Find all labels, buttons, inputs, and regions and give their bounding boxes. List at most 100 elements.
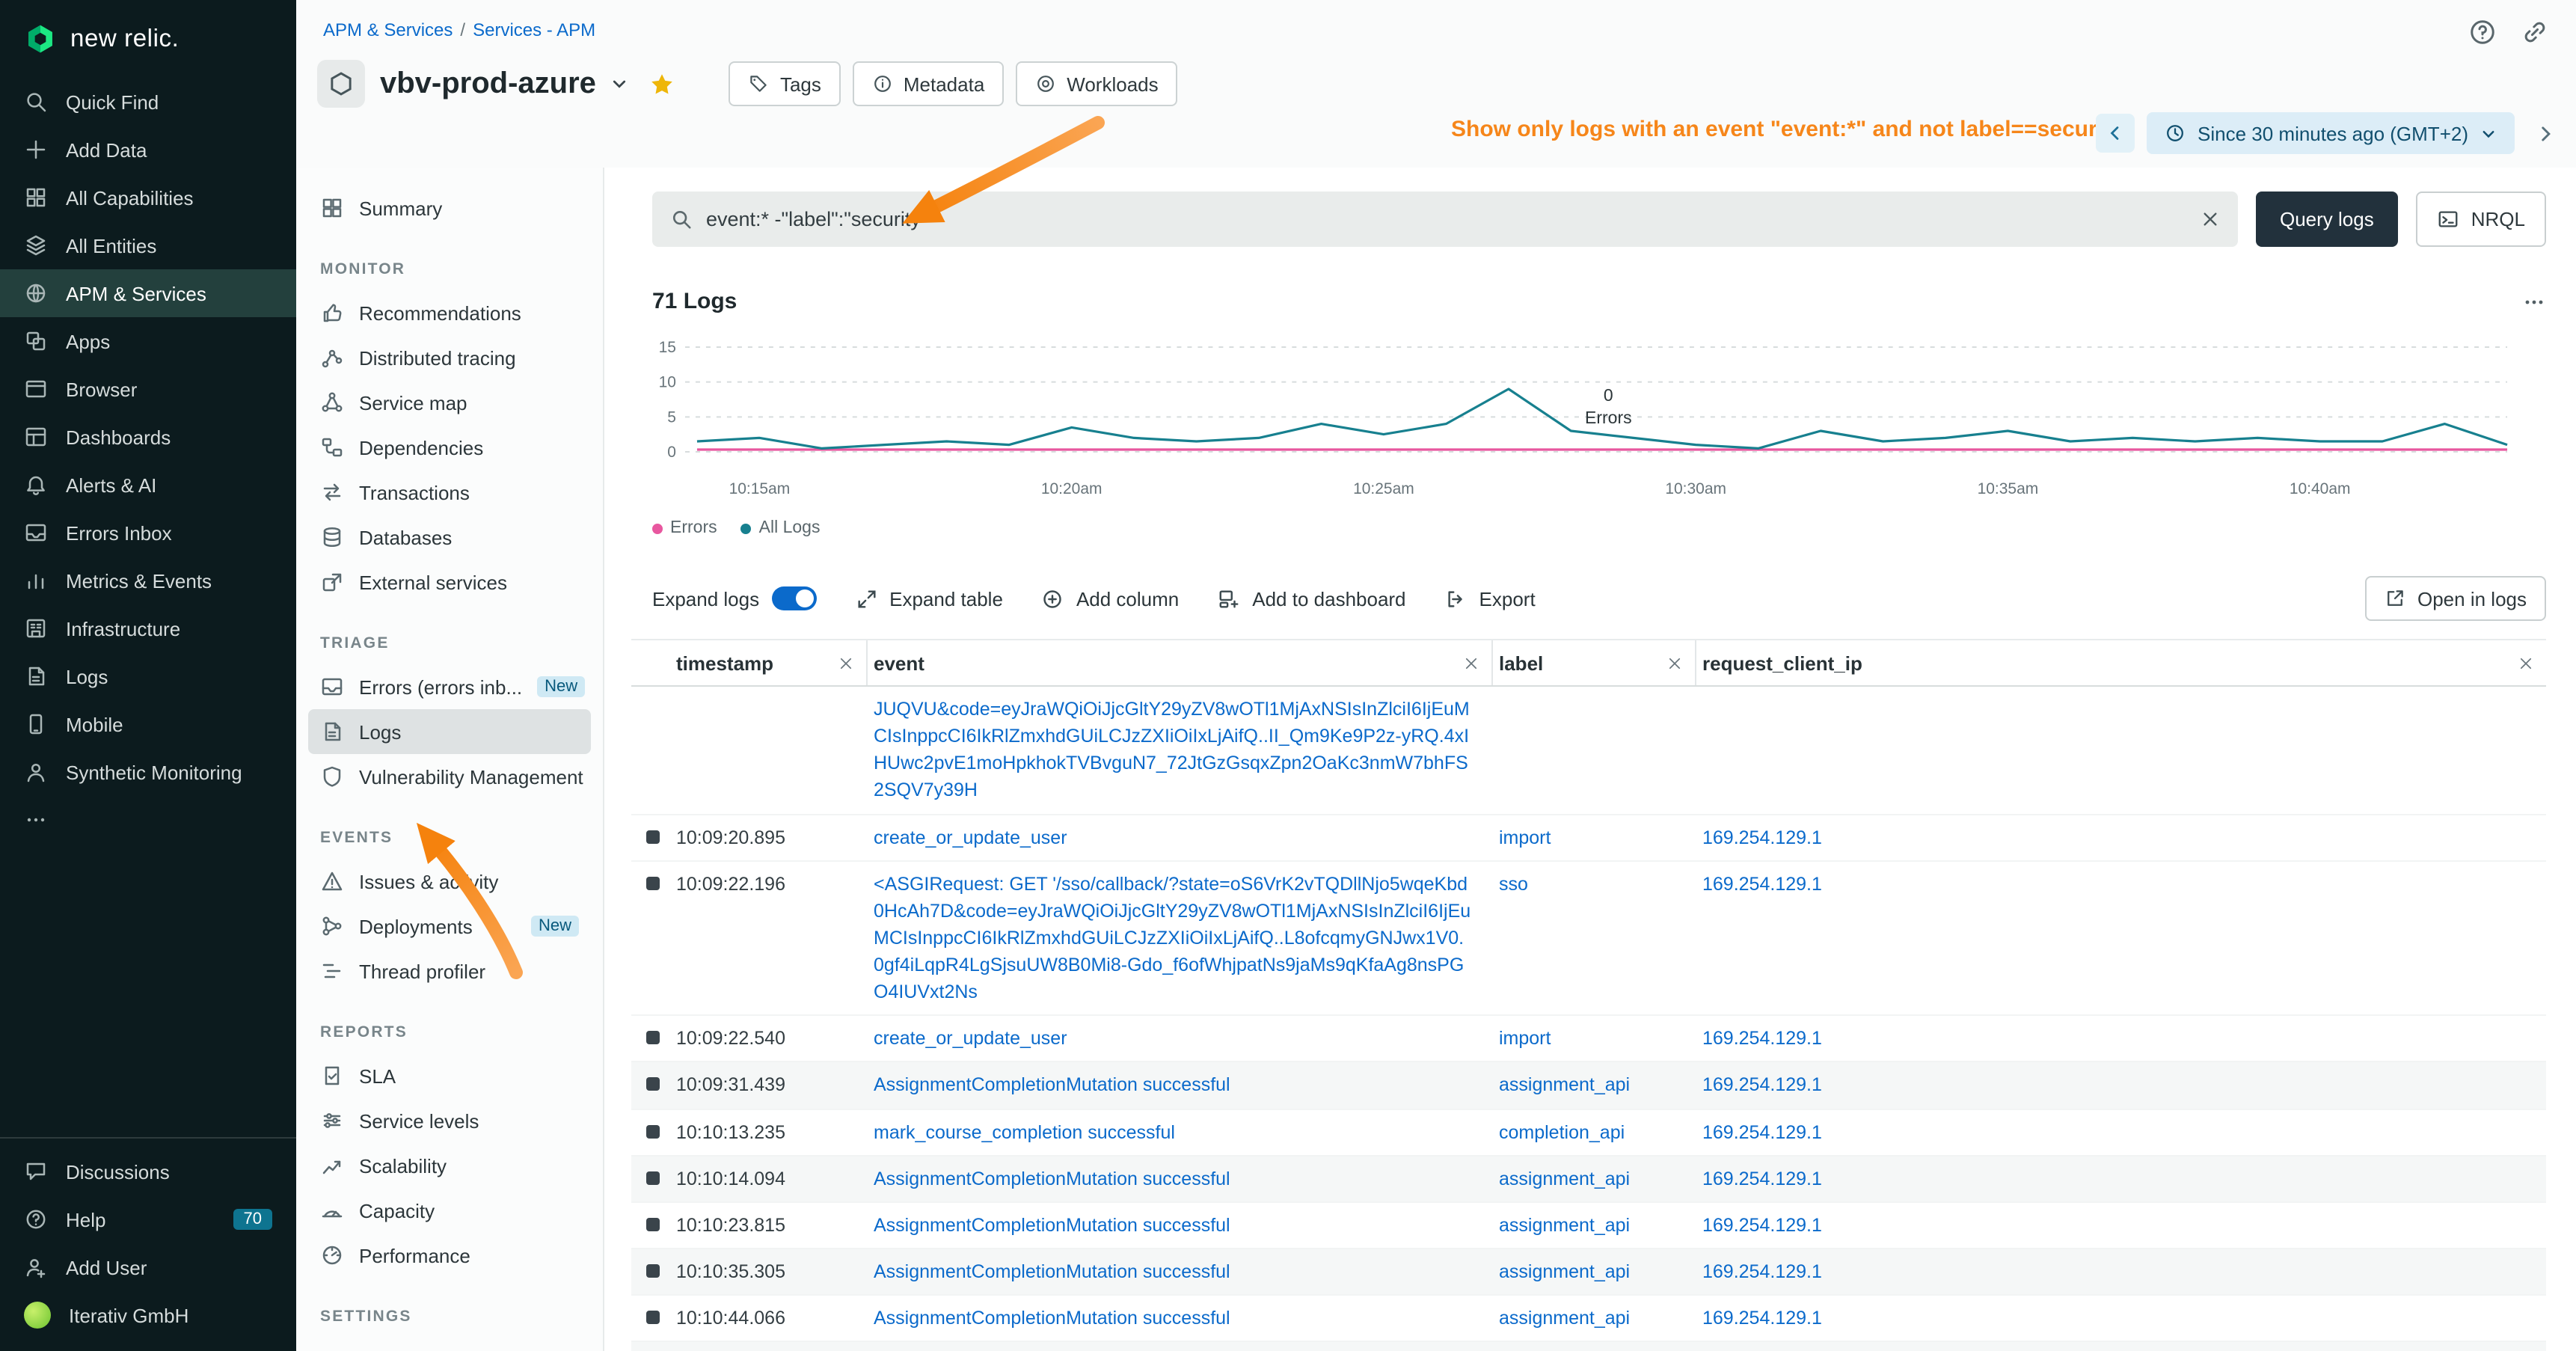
sidebar-item-dashboards[interactable]: Dashboards	[0, 413, 296, 461]
subnav-item-service-levels[interactable]: Service levels	[308, 1098, 591, 1143]
help-circle-icon[interactable]	[2468, 18, 2497, 46]
subnav-item-service-map[interactable]: Service map	[308, 380, 591, 425]
remove-column-event-icon[interactable]	[1463, 655, 1479, 671]
log-row[interactable]: 10:10:44.066AssignmentCompletionMutation…	[631, 1296, 2546, 1342]
tags-button[interactable]: Tags	[729, 61, 841, 106]
log-row[interactable]: 10:09:31.439AssignmentCompletionMutation…	[631, 1063, 2546, 1109]
column-header-timestamp[interactable]: timestamp	[670, 640, 868, 685]
sidebar-item-apm-services[interactable]: APM & Services	[0, 269, 296, 317]
log-row[interactable]: 10:10:35.305AssignmentCompletionMutation…	[631, 1249, 2546, 1296]
sidebar-item-browser[interactable]: Browser	[0, 365, 296, 413]
time-range-back-button[interactable]	[2096, 114, 2135, 153]
entity-title[interactable]: vbv-prod-azure	[380, 67, 596, 101]
log-event-link[interactable]: AssignmentCompletionMutation successful	[874, 1261, 1230, 1282]
log-ip-link[interactable]: 169.254.129.1	[1702, 1308, 1822, 1329]
log-label-link[interactable]: import	[1499, 827, 1551, 848]
log-label-link[interactable]: assignment_api	[1499, 1168, 1630, 1189]
legend-errors[interactable]: Errors	[652, 519, 717, 537]
log-row[interactable]: 10:10:23.815AssignmentCompletionMutation…	[631, 1203, 2546, 1249]
log-row[interactable]: 10:10:49.051mark_course_completion succe…	[631, 1342, 2546, 1351]
subnav-item-vulnerability-management[interactable]: Vulnerability Management	[308, 754, 591, 799]
log-label-link[interactable]: assignment_api	[1499, 1075, 1630, 1096]
sidebar-item-help[interactable]: Help70	[0, 1195, 296, 1243]
log-ip-link[interactable]: 169.254.129.1	[1702, 1168, 1822, 1189]
log-event-link[interactable]: JUQVU&code=eyJraWQiOiJjcGltY29yZV8wOTl1M…	[874, 699, 1470, 801]
column-header-event[interactable]: event	[868, 640, 1493, 685]
workloads-button[interactable]: Workloads	[1016, 61, 1177, 106]
subnav-item-external-services[interactable]: External services	[308, 560, 591, 604]
log-ip-link[interactable]: 169.254.129.1	[1702, 1075, 1822, 1096]
log-ip-link[interactable]: 169.254.129.1	[1702, 827, 1822, 848]
sidebar-item-quick-find[interactable]: Quick Find	[0, 78, 296, 126]
export-button[interactable]: Export	[1445, 587, 1536, 610]
toggle-on-icon[interactable]	[771, 586, 816, 610]
legend-all-logs[interactable]: All Logs	[741, 519, 821, 537]
sidebar-item-logs[interactable]: Logs	[0, 652, 296, 700]
log-ip-link[interactable]: 169.254.129.1	[1702, 1029, 1822, 1050]
time-range-forward-chevron[interactable]	[2527, 122, 2564, 144]
sidebar-item-add-data[interactable]: Add Data	[0, 126, 296, 174]
permalink-icon[interactable]	[2521, 18, 2549, 46]
new-relic-logo[interactable]: new relic.	[0, 0, 296, 78]
log-event-link[interactable]: AssignmentCompletionMutation successful	[874, 1168, 1230, 1189]
log-label-link[interactable]: assignment_api	[1499, 1308, 1630, 1329]
metadata-button[interactable]: Metadata	[853, 61, 1004, 106]
sidebar-item-iterativ-gmbh[interactable]: Iterativ GmbH	[0, 1291, 296, 1339]
breadcrumb-link-apm-services[interactable]: APM & Services	[323, 19, 453, 40]
nrql-button[interactable]: NRQL	[2416, 192, 2546, 247]
log-ip-link[interactable]: 169.254.129.1	[1702, 1215, 1822, 1236]
sidebar-item-alerts-ai[interactable]: Alerts & AI	[0, 461, 296, 509]
sidebar-item-errors-inbox[interactable]: Errors Inbox	[0, 509, 296, 557]
log-ip-link[interactable]: 169.254.129.1	[1702, 1121, 1822, 1142]
remove-column-label-icon[interactable]	[1666, 655, 1683, 671]
column-header-label[interactable]: label	[1493, 640, 1696, 685]
sidebar-item-add-user[interactable]: Add User	[0, 1243, 296, 1291]
log-row[interactable]: 10:09:22.540create_or_update_userimport1…	[631, 1017, 2546, 1063]
log-label-link[interactable]: sso	[1499, 873, 1528, 894]
sidebar-item-metrics-events[interactable]: Metrics & Events	[0, 557, 296, 604]
subnav-item-thread-profiler[interactable]: Thread profiler	[308, 949, 591, 993]
subnav-item-transactions[interactable]: Transactions	[308, 470, 591, 515]
log-row[interactable]: JUQVU&code=eyJraWQiOiJjcGltY29yZV8wOTl1M…	[631, 687, 2546, 815]
sidebar-item-all-entities[interactable]: All Entities	[0, 221, 296, 269]
subnav-item-deployments[interactable]: DeploymentsNew	[308, 904, 591, 949]
log-event-link[interactable]: AssignmentCompletionMutation successful	[874, 1075, 1230, 1096]
log-label-link[interactable]: assignment_api	[1499, 1215, 1630, 1236]
query-logs-button[interactable]: Query logs	[2256, 192, 2398, 247]
chart-options-icon[interactable]	[2522, 290, 2546, 313]
log-event-link[interactable]: mark_course_completion successful	[874, 1121, 1175, 1142]
sidebar-item-mobile[interactable]: Mobile	[0, 700, 296, 748]
subnav-item-sla[interactable]: SLA	[308, 1053, 591, 1098]
log-event-link[interactable]: create_or_update_user	[874, 1029, 1067, 1050]
sidebar-item-discussions[interactable]: Discussions	[0, 1148, 296, 1195]
subnav-item-errors-errors-inb[interactable]: Errors (errors inb...New	[308, 664, 591, 709]
subnav-item-databases[interactable]: Databases	[308, 515, 591, 560]
subnav-item-summary[interactable]: Summary	[308, 186, 591, 230]
favorite-star-icon[interactable]	[650, 71, 675, 96]
remove-column-request-client-ip-icon[interactable]	[2518, 655, 2534, 671]
column-header-request-client-ip[interactable]: request_client_ip	[1696, 640, 2546, 685]
sidebar-item-more[interactable]	[0, 796, 296, 844]
sidebar-item-synthetic-monitoring[interactable]: Synthetic Monitoring	[0, 748, 296, 796]
log-row[interactable]: 10:09:20.895create_or_update_userimport1…	[631, 815, 2546, 861]
subnav-item-dependencies[interactable]: Dependencies	[308, 425, 591, 470]
log-row[interactable]: 10:09:22.196<ASGIRequest: GET '/sso/call…	[631, 861, 2546, 1016]
expand-logs-toggle[interactable]: Expand logs	[652, 586, 816, 610]
sidebar-item-apps[interactable]: Apps	[0, 317, 296, 365]
breadcrumb-link-services-apm[interactable]: Services - APM	[473, 19, 595, 40]
subnav-item-performance[interactable]: Performance	[308, 1233, 591, 1278]
clear-query-icon[interactable]	[2201, 209, 2220, 229]
add-to-dashboard-button[interactable]: Add to dashboard	[1218, 587, 1405, 610]
subnav-item-capacity[interactable]: Capacity	[308, 1188, 591, 1233]
log-row[interactable]: 10:10:14.094AssignmentCompletionMutation…	[631, 1156, 2546, 1202]
log-label-link[interactable]: completion_api	[1499, 1121, 1625, 1142]
subnav-item-distributed-tracing[interactable]: Distributed tracing	[308, 335, 591, 380]
open-in-logs-button[interactable]: Open in logs	[2365, 576, 2546, 621]
log-event-link[interactable]: create_or_update_user	[874, 827, 1067, 848]
subnav-item-scalability[interactable]: Scalability	[308, 1143, 591, 1188]
log-row[interactable]: 10:10:13.235mark_course_completion succe…	[631, 1109, 2546, 1156]
remove-column-timestamp-icon[interactable]	[838, 655, 854, 671]
log-query-input[interactable]: event:* -"label":"security"	[652, 192, 2238, 247]
sidebar-item-infrastructure[interactable]: Infrastructure	[0, 604, 296, 652]
expand-table-button[interactable]: Expand table	[855, 587, 1003, 610]
